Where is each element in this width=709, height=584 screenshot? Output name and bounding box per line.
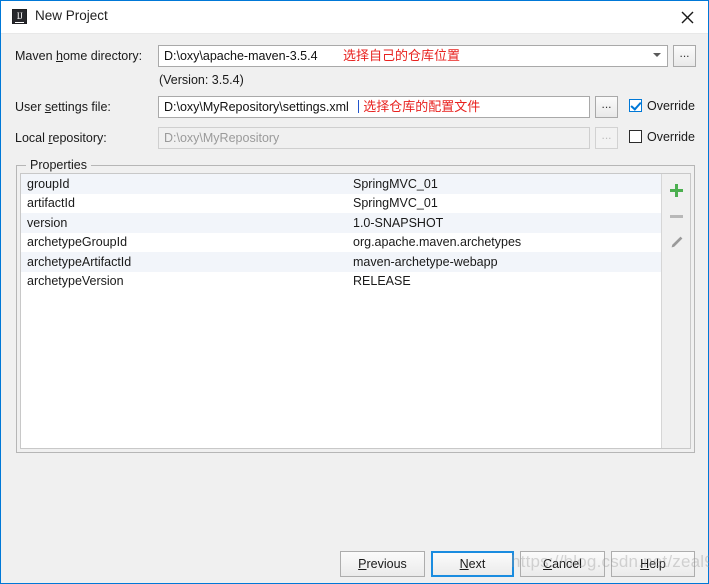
- maven-version-text: (Version: 3.5.4): [159, 73, 244, 87]
- next-label-post: ext: [468, 557, 486, 571]
- next-button[interactable]: Next: [431, 551, 514, 577]
- table-row[interactable]: archetypeArtifactId maven-archetype-webap…: [21, 252, 674, 272]
- maven-home-note: 选择自己的仓库位置: [343, 48, 461, 63]
- close-icon[interactable]: [672, 6, 702, 28]
- title-bar: IJ New Project: [1, 1, 708, 34]
- maven-home-value: D:\oxy\apache-maven-3.5.4: [164, 49, 318, 63]
- help-label-post: elp: [649, 557, 666, 571]
- properties-panel: groupId SpringMVC_01 artifactId SpringMVC_0…: [20, 173, 691, 449]
- property-key-cell: archetypeGroupId: [21, 232, 347, 252]
- property-value-cell: SpringMVC_01: [347, 193, 674, 213]
- local-repository-label-post: epository:: [52, 131, 107, 145]
- property-key-cell: version: [21, 213, 347, 233]
- new-project-dialog: IJ New Project Maven home directory: D:\…: [0, 0, 709, 584]
- maven-home-label-pre: Maven: [15, 49, 56, 63]
- maven-home-browse-button[interactable]: ...: [673, 45, 696, 67]
- plus-icon[interactable]: [662, 178, 690, 203]
- property-value-cell: org.apache.maven.archetypes: [347, 232, 674, 252]
- property-value-cell: SpringMVC_01: [347, 174, 674, 194]
- intellij-idea-icon: IJ: [12, 9, 27, 24]
- local-repository-label: Local repository:: [15, 131, 107, 145]
- user-settings-note: 选择仓库的配置文件: [363, 99, 481, 114]
- property-key-cell: groupId: [21, 174, 347, 194]
- user-settings-label-pre: User: [15, 100, 45, 114]
- local-repository-value: D:\oxy\MyRepository: [164, 131, 280, 145]
- property-value-cell: RELEASE: [347, 271, 674, 291]
- user-settings-override-label: Override: [647, 99, 695, 113]
- maven-home-combo[interactable]: D:\oxy\apache-maven-3.5.4 选择自己的仓库位置: [158, 45, 668, 67]
- user-settings-label-post: ettings file:: [51, 100, 111, 114]
- table-row[interactable]: groupId SpringMVC_01: [21, 174, 674, 194]
- user-settings-browse-button[interactable]: ...: [595, 96, 618, 118]
- user-settings-value: D:\oxy\MyRepository\settings.xml: [164, 100, 349, 114]
- cancel-label-accel: C: [543, 557, 553, 571]
- local-repository-input: D:\oxy\MyRepository: [158, 127, 590, 149]
- property-value-cell: 1.0-SNAPSHOT: [347, 213, 674, 233]
- minus-icon[interactable]: [662, 204, 690, 229]
- window-title: New Project: [35, 8, 108, 23]
- cancel-button[interactable]: Cancel: [520, 551, 605, 577]
- local-repository-override-label: Override: [647, 130, 695, 144]
- next-label-accel: N: [459, 557, 469, 571]
- maven-home-label-post: ome directory:: [62, 49, 143, 63]
- user-settings-label: User settings file:: [15, 100, 111, 114]
- cancel-label-post: ancel: [552, 557, 582, 571]
- table-row[interactable]: artifactId SpringMVC_01: [21, 193, 674, 213]
- table-row[interactable]: version 1.0-SNAPSHOT: [21, 213, 674, 233]
- maven-home-label-accel: h: [56, 49, 63, 63]
- text-caret: [358, 100, 360, 113]
- properties-toolbar: [661, 174, 690, 448]
- table-row[interactable]: archetypeGroupId org.apache.maven.archety…: [21, 232, 674, 252]
- properties-table: groupId SpringMVC_01 artifactId SpringMVC_0…: [21, 174, 674, 291]
- user-settings-override-checkbox[interactable]: Override: [629, 99, 695, 113]
- previous-label-post: revious: [366, 557, 407, 571]
- table-row[interactable]: archetypeVersion RELEASE: [21, 271, 674, 291]
- property-key-cell: archetypeArtifactId: [21, 252, 347, 272]
- properties-group-title: Properties: [26, 158, 91, 172]
- help-label-accel: H: [640, 557, 650, 571]
- previous-button[interactable]: Previous: [340, 551, 425, 577]
- property-key-cell: archetypeVersion: [21, 271, 347, 291]
- user-settings-input[interactable]: D:\oxy\MyRepository\settings.xml 选择仓库的配置…: [158, 96, 590, 118]
- property-key-cell: artifactId: [21, 193, 347, 213]
- local-repository-label-pre: Local: [15, 131, 49, 145]
- checkbox-unchecked-icon: [629, 130, 642, 143]
- pencil-icon[interactable]: [662, 230, 690, 255]
- chevron-down-icon[interactable]: [653, 53, 661, 57]
- maven-home-label: Maven home directory:: [15, 49, 142, 63]
- help-button[interactable]: Help: [611, 551, 695, 577]
- property-value-cell: maven-archetype-webapp: [347, 252, 674, 272]
- previous-label-accel: P: [358, 557, 367, 571]
- local-repository-browse-button: ...: [595, 127, 618, 149]
- local-repository-override-checkbox[interactable]: Override: [629, 130, 695, 144]
- checkbox-checked-icon: [629, 99, 642, 112]
